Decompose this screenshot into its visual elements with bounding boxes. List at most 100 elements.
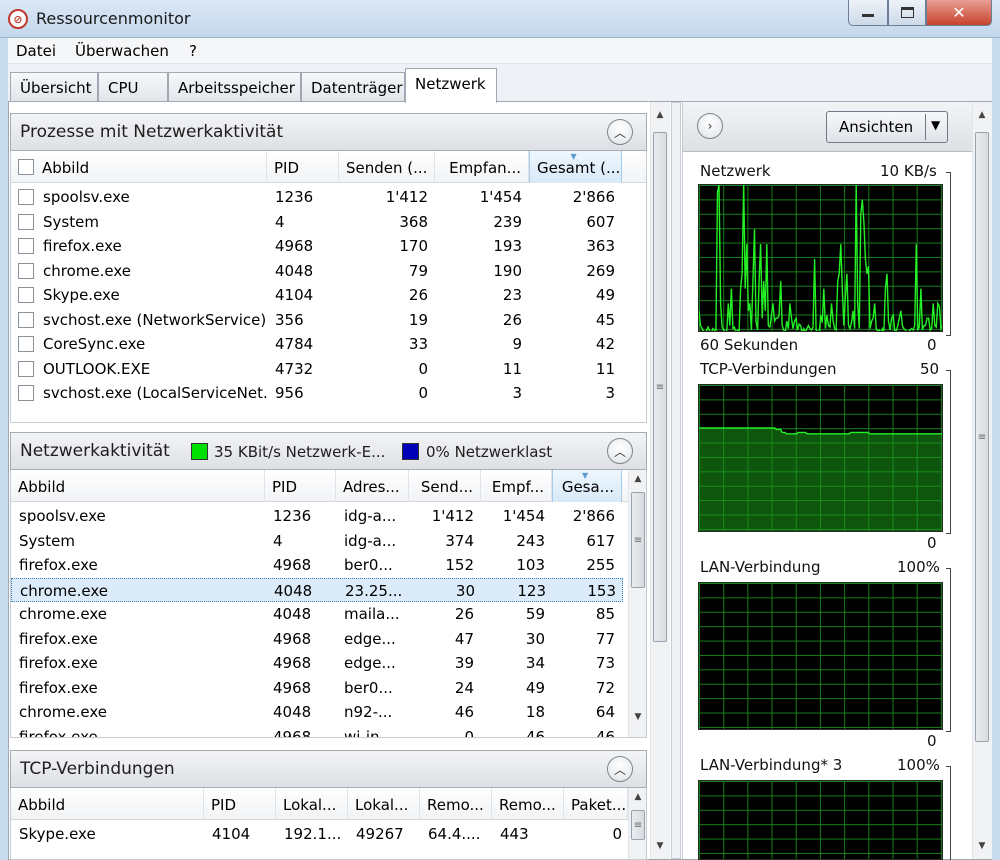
col-remote-adresse[interactable]: Remo... — [420, 788, 492, 820]
col-paketverlust[interactable]: Paket... — [564, 788, 628, 820]
process-checkbox[interactable] — [18, 189, 34, 205]
col-pid[interactable]: PID — [265, 470, 336, 502]
close-button[interactable]: ✕ — [926, 0, 992, 26]
lan-graph-scale — [946, 568, 951, 732]
col-gesamt[interactable]: ▼ Gesa... — [552, 470, 622, 502]
cell-empfangen: 3 — [512, 384, 522, 402]
left-pane-scrollbar[interactable]: ▲ ≡ ▼ — [650, 102, 670, 859]
col-gesamt[interactable]: ▼ Gesamt (... — [529, 151, 622, 183]
lan3-graph-max: 100% — [897, 756, 940, 774]
process-row[interactable]: firefox.exe 4968 170 193 363 — [11, 234, 646, 259]
process-row[interactable]: spoolsv.exe 1236 1'412 1'454 2'866 — [11, 185, 646, 210]
processes-panel-header[interactable]: Prozesse mit Netzwerkaktivität ︿ — [10, 113, 647, 151]
process-row[interactable]: Skype.exe 4104 26 23 49 — [11, 283, 646, 308]
scroll-thumb[interactable]: ≡ — [975, 132, 989, 742]
process-row[interactable]: chrome.exe 4048 79 190 269 — [11, 259, 646, 284]
cell-senden: 0 — [418, 384, 428, 402]
tcp-panel-header[interactable]: TCP-Verbindungen ︿ — [10, 750, 647, 788]
tab-netzwerk[interactable]: Netzwerk — [405, 68, 497, 103]
process-checkbox[interactable] — [18, 238, 34, 254]
graph-pane-scrollbar[interactable]: ▲ ≡ ▼ — [972, 102, 992, 859]
maximize-button[interactable] — [888, 0, 926, 26]
tcp-row[interactable]: Skype.exe 4104 192.1... 49267 64.4.... 443 0 — [11, 822, 628, 847]
process-row[interactable]: System 4 368 239 607 — [11, 210, 646, 235]
col-lokale-adresse[interactable]: Lokal... — [276, 788, 348, 820]
process-row[interactable]: OUTLOOK.EXE 4732 0 11 11 — [11, 357, 646, 382]
activity-row[interactable]: firefox.exe 4968 ber0... 152 103 255 — [11, 553, 623, 578]
tab-datentraeger[interactable]: Datenträger — [301, 72, 405, 102]
cell-empfangen: 18 — [525, 703, 545, 721]
col-senden[interactable]: Senden (... — [339, 151, 435, 183]
col-senden[interactable]: Send... — [409, 470, 481, 502]
process-checkbox[interactable] — [18, 336, 34, 352]
activity-row[interactable]: System 4 idg-a... 374 243 617 — [11, 529, 623, 554]
menu-help[interactable]: ? — [189, 42, 197, 60]
col-adresse[interactable]: Adres... — [336, 470, 409, 502]
activity-row[interactable]: firefox.exe 4968 wi-in... 0 46 46 — [11, 725, 623, 738]
tab-arbeitsspeicher[interactable]: Arbeitsspeicher — [168, 72, 301, 102]
collapse-graphs-button[interactable]: › — [697, 113, 723, 139]
activity-row[interactable]: firefox.exe 4968 edge... 39 34 73 — [11, 651, 623, 676]
tcp-graph-label: TCP-Verbindungen — [700, 360, 837, 378]
scroll-down-icon[interactable]: ▼ — [629, 708, 646, 726]
scroll-up-icon[interactable]: ▲ — [629, 470, 646, 488]
col-abbild[interactable]: Abbild — [11, 470, 265, 502]
process-row[interactable]: CoreSync.exe 4784 33 9 42 — [11, 332, 646, 357]
process-checkbox[interactable] — [18, 360, 34, 377]
tcp-scrollbar[interactable]: ▲ ≡ — [628, 788, 646, 859]
col-abbild[interactable]: Abbild — [11, 788, 204, 820]
cell-senden: 46 — [454, 703, 474, 721]
activity-row[interactable]: firefox.exe 4968 ber0... 24 49 72 — [11, 676, 623, 701]
process-checkbox[interactable] — [18, 311, 34, 328]
views-dropdown[interactable]: Ansichten ▼ — [826, 111, 948, 143]
activity-row[interactable]: firefox.exe 4968 edge... 47 30 77 — [11, 627, 623, 652]
scroll-down-icon[interactable]: ▼ — [973, 837, 991, 855]
lan-graph — [698, 582, 943, 730]
activity-row[interactable]: chrome.exe 4048 maila... 26 59 85 — [11, 602, 623, 627]
menu-datei[interactable]: Datei — [16, 42, 56, 60]
cell-gesamt: 3 — [605, 384, 615, 402]
minimize-button[interactable] — [848, 0, 888, 26]
cell-gesamt: 42 — [595, 335, 615, 353]
cell-empfangen: 103 — [516, 556, 545, 574]
activity-panel-header[interactable]: Netzwerkaktivität 35 KBit/s Netzwerk-E..… — [10, 432, 647, 470]
scroll-thumb[interactable]: ≡ — [653, 132, 667, 642]
scroll-up-icon[interactable]: ▲ — [651, 106, 669, 124]
scroll-up-icon[interactable]: ▲ — [973, 106, 991, 124]
collapse-tcp-button[interactable]: ︿ — [607, 756, 633, 782]
col-abbild[interactable]: Abbild — [35, 151, 267, 183]
process-row[interactable]: svchost.exe (LocalServiceNet... 956 0 3 3 — [11, 381, 646, 406]
tab-cpu[interactable]: CPU — [98, 72, 168, 102]
col-remote-port[interactable]: Remo... — [492, 788, 564, 820]
select-all-checkbox[interactable] — [18, 159, 34, 175]
collapse-processes-button[interactable]: ︿ — [607, 119, 633, 145]
cell-abbild: spoolsv.exe — [43, 188, 130, 206]
col-pid[interactable]: PID — [267, 151, 339, 183]
col-pid[interactable]: PID — [204, 788, 276, 820]
selected-activity-row[interactable]: chrome.exe 4048 23.25... 30 123 153 — [11, 577, 623, 602]
tab-uebersicht[interactable]: Übersicht — [10, 72, 98, 102]
scroll-up-icon[interactable]: ▲ — [629, 788, 646, 806]
col-lokaler-port[interactable]: Lokal... — [348, 788, 420, 820]
scroll-thumb[interactable]: ≡ — [631, 810, 645, 840]
sort-desc-icon: ▼ — [582, 471, 589, 480]
process-checkbox[interactable] — [18, 385, 34, 401]
process-checkbox[interactable] — [18, 287, 34, 303]
col-empfangen[interactable]: Empf... — [481, 470, 552, 502]
activity-row[interactable]: spoolsv.exe 1236 idg-a... 1'412 1'454 2'866 — [11, 504, 623, 529]
cell-empfangen: 11 — [502, 359, 522, 378]
process-checkbox[interactable] — [18, 262, 34, 279]
scroll-thumb[interactable]: ≡ — [631, 492, 645, 588]
collapse-activity-button[interactable]: ︿ — [607, 438, 633, 464]
col-empfangen[interactable]: Empfan... — [435, 151, 529, 183]
pane-splitter[interactable] — [671, 102, 681, 859]
activity-row[interactable]: chrome.exe 4048 n92-... 46 18 64 — [11, 700, 623, 725]
process-checkbox[interactable] — [18, 213, 34, 230]
process-row[interactable]: svchost.exe (NetworkService) 356 19 26 45 — [11, 308, 646, 333]
scroll-down-icon[interactable]: ▼ — [651, 837, 669, 855]
menu-ueberwachen[interactable]: Überwachen — [75, 42, 169, 60]
cell-adresse: n92-... — [344, 703, 393, 721]
cell-abbild: OUTLOOK.EXE — [43, 359, 151, 378]
activity-scrollbar[interactable]: ▲ ≡ ▼ — [628, 470, 646, 737]
cell-adresse: wi-in... — [344, 727, 394, 738]
